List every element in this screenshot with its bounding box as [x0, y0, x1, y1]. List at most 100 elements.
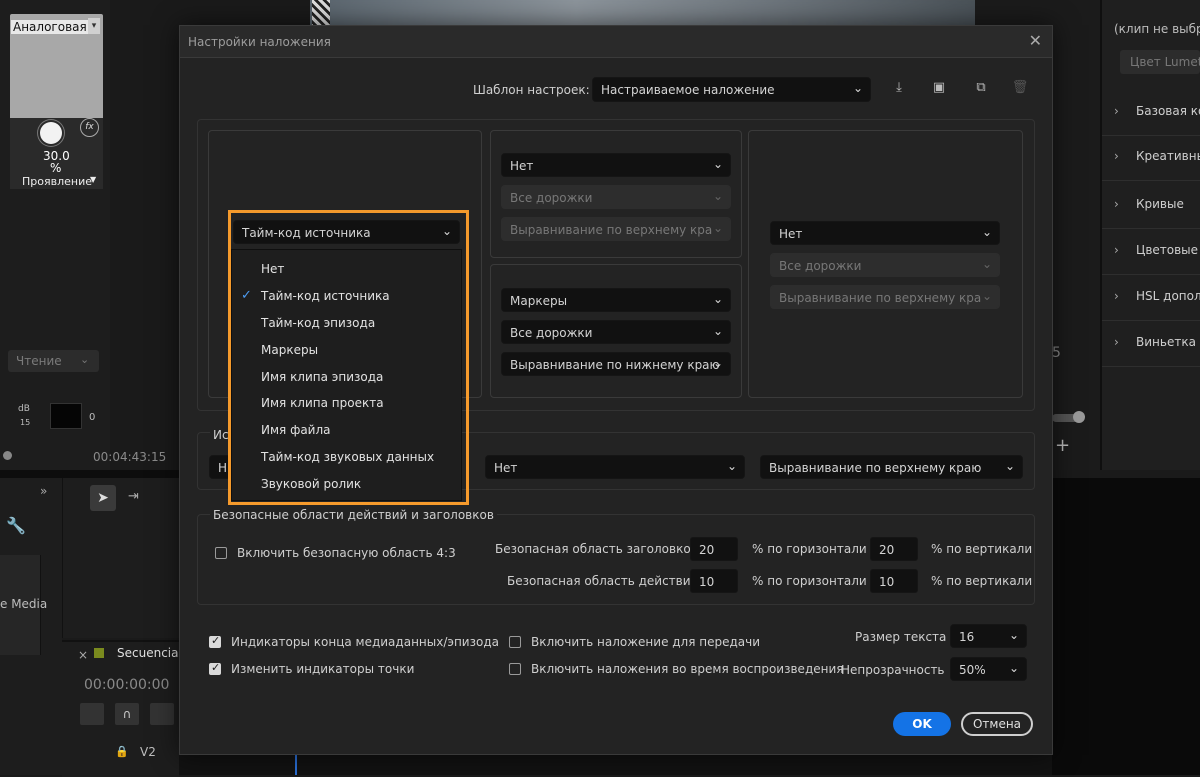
title-safe-label: Безопасная область заголовков — [495, 542, 698, 556]
change-point-checkbox[interactable] — [209, 661, 221, 675]
zoom-slider-thumb[interactable] — [1073, 411, 1085, 423]
insert-edit-icon[interactable] — [80, 703, 104, 725]
menu-item-audio-clip[interactable]: Звуковой ролик — [232, 471, 461, 497]
end-indicators-checkbox[interactable] — [209, 634, 221, 648]
title-safe-h-input[interactable]: 20 — [690, 537, 738, 561]
chevron-down-icon: ⌄ — [1008, 628, 1019, 642]
volume-knob[interactable] — [40, 122, 62, 144]
top-center-tracks-select[interactable]: Все дорожки ⌄ — [501, 185, 731, 209]
linked-select-icon[interactable] — [150, 703, 174, 725]
db-label: dB — [18, 404, 30, 414]
knob-unit: % — [50, 161, 62, 175]
safe-areas-title: Безопасные области действий и заголовков — [210, 508, 497, 522]
lumetri-section-basic[interactable]: › Базовая ко — [1102, 90, 1200, 136]
meter-zero: 0 — [89, 412, 96, 423]
menu-item-project-clip-name[interactable]: Имя клипа проекта — [232, 390, 461, 416]
menu-item-source-timecode[interactable]: ✓ Тайм-код источника — [232, 283, 461, 309]
enable-43-label: Включить безопасную область 4:3 — [237, 546, 456, 560]
menu-item-none[interactable]: Нет — [232, 256, 461, 282]
add-button-icon[interactable]: + — [1055, 435, 1070, 456]
divider-horizontal — [0, 470, 179, 478]
sequence-color-swatch — [94, 648, 104, 658]
lumetri-section-curves[interactable]: › Кривые — [1102, 183, 1200, 229]
track-select-tool-icon[interactable]: ⇥ — [128, 489, 139, 504]
chevron-down-icon: ⌄ — [981, 289, 992, 303]
lock-icon[interactable]: 🔒 — [115, 745, 129, 758]
top-center-align-select[interactable]: Выравнивание по верхнему кра ⌄ — [501, 217, 731, 241]
right-align-select[interactable]: Выравнивание по верхнему кра ⌄ — [770, 285, 1000, 309]
lumetri-section-color-wheels[interactable]: › Цветовые — [1102, 229, 1200, 275]
chevron-down-icon: ⌄ — [726, 459, 737, 473]
menu-item-sequence-timecode[interactable]: Тайм-код эпизода — [232, 310, 461, 336]
chevron-down-icon: ⌄ — [712, 356, 723, 370]
mid-center-tracks-select[interactable]: Все дорожки ⌄ — [501, 320, 731, 344]
enable-43-checkbox[interactable] — [215, 547, 227, 559]
menu-item-sequence-clip-name[interactable]: Имя клипа эпизода — [232, 364, 461, 390]
chevron-down-icon: ⌄ — [712, 292, 723, 306]
title-safe-v-input[interactable]: 20 — [870, 537, 918, 561]
right-source-select[interactable]: Нет ⌄ — [770, 221, 1000, 245]
end-indicators-label: Индикаторы конца медиаданных/эпизода — [231, 635, 499, 649]
source-row-center-select[interactable]: Нет ⌄ — [485, 455, 745, 479]
reading-chevron-icon: ⌄ — [80, 353, 90, 366]
analog-dropdown-arrow[interactable]: ▾ — [88, 18, 100, 34]
close-icon[interactable]: ✕ — [1029, 31, 1042, 50]
save-preset-icon[interactable]: ▣ — [929, 78, 949, 98]
lumetri-color-label: Цвет Lumetr — [1130, 55, 1200, 69]
chevron-right-icon: › — [1114, 289, 1119, 303]
chevron-right-icon: › — [1114, 149, 1119, 163]
menu-item-audio-timecode[interactable]: Тайм-код звуковых данных — [232, 444, 461, 470]
tools-strip — [62, 478, 180, 638]
import-preset-icon[interactable]: ⤓ — [889, 78, 909, 98]
panel-expand-icon[interactable]: » — [40, 484, 47, 498]
chevron-down-icon: ⌄ — [712, 157, 723, 171]
media-label: e Media — [0, 597, 48, 611]
snap-icon[interactable]: ∩ — [115, 703, 139, 725]
left-source-select[interactable]: Тайм-код источника ⌄ — [233, 220, 460, 244]
delete-preset-icon[interactable]: 🗑 — [1010, 78, 1030, 98]
wrench-icon[interactable]: 🔧 — [6, 516, 26, 535]
chevron-right-icon: › — [1114, 335, 1119, 349]
menu-item-file-name[interactable]: Имя файла — [232, 417, 461, 443]
text-size-label: Размер текста — [855, 630, 947, 644]
action-safe-h-unit: % по горизонтали — [752, 574, 867, 588]
mid-center-source-select[interactable]: Маркеры ⌄ — [501, 288, 731, 312]
enable-playback-checkbox[interactable] — [509, 663, 521, 675]
analog-label[interactable]: Аналоговая з — [11, 20, 99, 34]
dialog-titlebar: Настройки наложения ✕ — [180, 26, 1052, 58]
chevron-down-icon: ⌄ — [852, 81, 863, 95]
text-size-select[interactable]: 16 ⌄ — [950, 624, 1027, 648]
chevron-down-icon: ⌄ — [712, 189, 723, 203]
top-center-source-select[interactable]: Нет ⌄ — [501, 153, 731, 177]
ok-button[interactable]: OK — [893, 712, 951, 736]
action-safe-v-input[interactable]: 10 — [870, 569, 918, 593]
playhead-dot[interactable] — [3, 451, 12, 460]
playhead-line — [295, 753, 297, 775]
opacity-label: Непрозрачность — [841, 663, 945, 677]
lumetri-section-hsl[interactable]: › HSL допол — [1102, 275, 1200, 321]
mid-center-align-select[interactable]: Выравнивание по нижнему краю ⌄ — [501, 352, 731, 376]
right-tracks-select[interactable]: Все дорожки ⌄ — [770, 253, 1000, 277]
menu-item-markers[interactable]: Маркеры — [232, 337, 461, 363]
action-safe-label: Безопасная область действия — [507, 574, 698, 588]
preset-select[interactable]: Настраиваемое наложение ⌄ — [592, 77, 871, 102]
selection-tool-icon[interactable]: ➤ — [90, 485, 116, 511]
chevron-right-icon: › — [1114, 104, 1119, 118]
close-tab-icon[interactable]: × — [78, 648, 88, 662]
source-row-align-select[interactable]: Выравнивание по верхнему краю ⌄ — [760, 455, 1023, 479]
dialog-title: Настройки наложения — [188, 35, 331, 49]
preset-label: Шаблон настроек: — [473, 83, 590, 97]
appearance-arrow-icon[interactable]: ▼ — [90, 175, 96, 184]
chevron-down-icon: ⌄ — [981, 225, 992, 239]
action-safe-h-input[interactable]: 10 — [690, 569, 738, 593]
appearance-label[interactable]: Проявление — [22, 175, 92, 188]
timecode-left: 00:04:43:15 — [93, 450, 167, 464]
lumetri-section-creative[interactable]: › Креативны — [1102, 135, 1200, 181]
opacity-select[interactable]: 50% ⌄ — [950, 657, 1027, 681]
cancel-button[interactable]: Отмена — [961, 712, 1033, 736]
chevron-right-icon: › — [1114, 197, 1119, 211]
enable-transmit-checkbox[interactable] — [509, 636, 521, 648]
export-preset-icon[interactable]: ⧉ — [971, 78, 991, 98]
lumetri-section-vignette[interactable]: › Виньетка — [1102, 321, 1200, 367]
fx-icon[interactable]: fx — [80, 118, 99, 137]
